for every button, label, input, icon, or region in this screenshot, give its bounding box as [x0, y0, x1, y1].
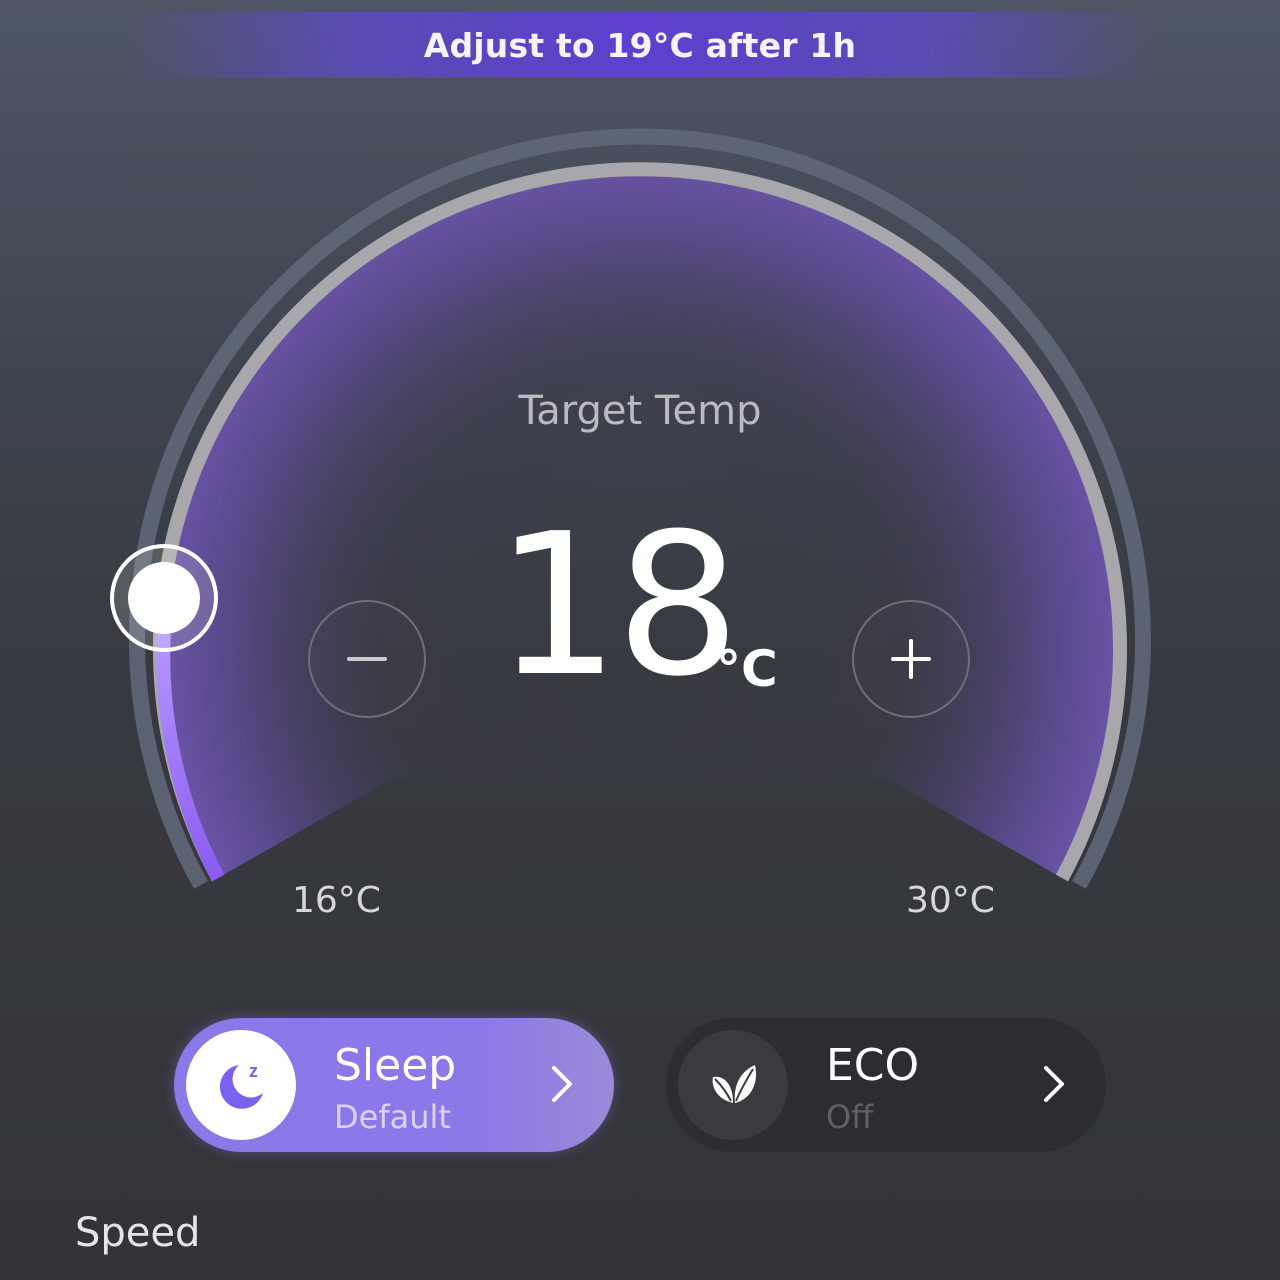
- sleep-mode-status: Default: [334, 1098, 451, 1136]
- moon-sleep-icon: z: [219, 1061, 263, 1109]
- chevron-right-icon: [552, 1066, 572, 1102]
- minus-icon: [347, 657, 387, 661]
- eco-mode-card[interactable]: ECO Off: [666, 1018, 1106, 1152]
- increase-temp-button[interactable]: [852, 600, 970, 718]
- decrease-temp-button[interactable]: [308, 600, 426, 718]
- speed-section-title: Speed: [75, 1210, 201, 1256]
- range-max-label: 30°C: [906, 880, 995, 921]
- eco-mode-status: Off: [826, 1098, 874, 1136]
- target-temp-unit: °C: [716, 640, 778, 698]
- sleep-icon-badge: z: [186, 1030, 296, 1140]
- plus-icon: [891, 639, 931, 679]
- sleep-mode-title: Sleep: [334, 1040, 457, 1091]
- eco-icon-badge: [678, 1030, 788, 1140]
- target-temp-label: Target Temp: [518, 388, 762, 434]
- chevron-right-icon: [1044, 1066, 1064, 1102]
- sleep-mode-card[interactable]: z Sleep Default: [174, 1018, 614, 1152]
- eco-mode-title: ECO: [826, 1040, 920, 1091]
- target-temp-value: 18: [495, 492, 740, 720]
- svg-text:z: z: [249, 1061, 258, 1081]
- range-min-label: 16°C: [292, 880, 381, 921]
- leaf-icon: [712, 1065, 757, 1103]
